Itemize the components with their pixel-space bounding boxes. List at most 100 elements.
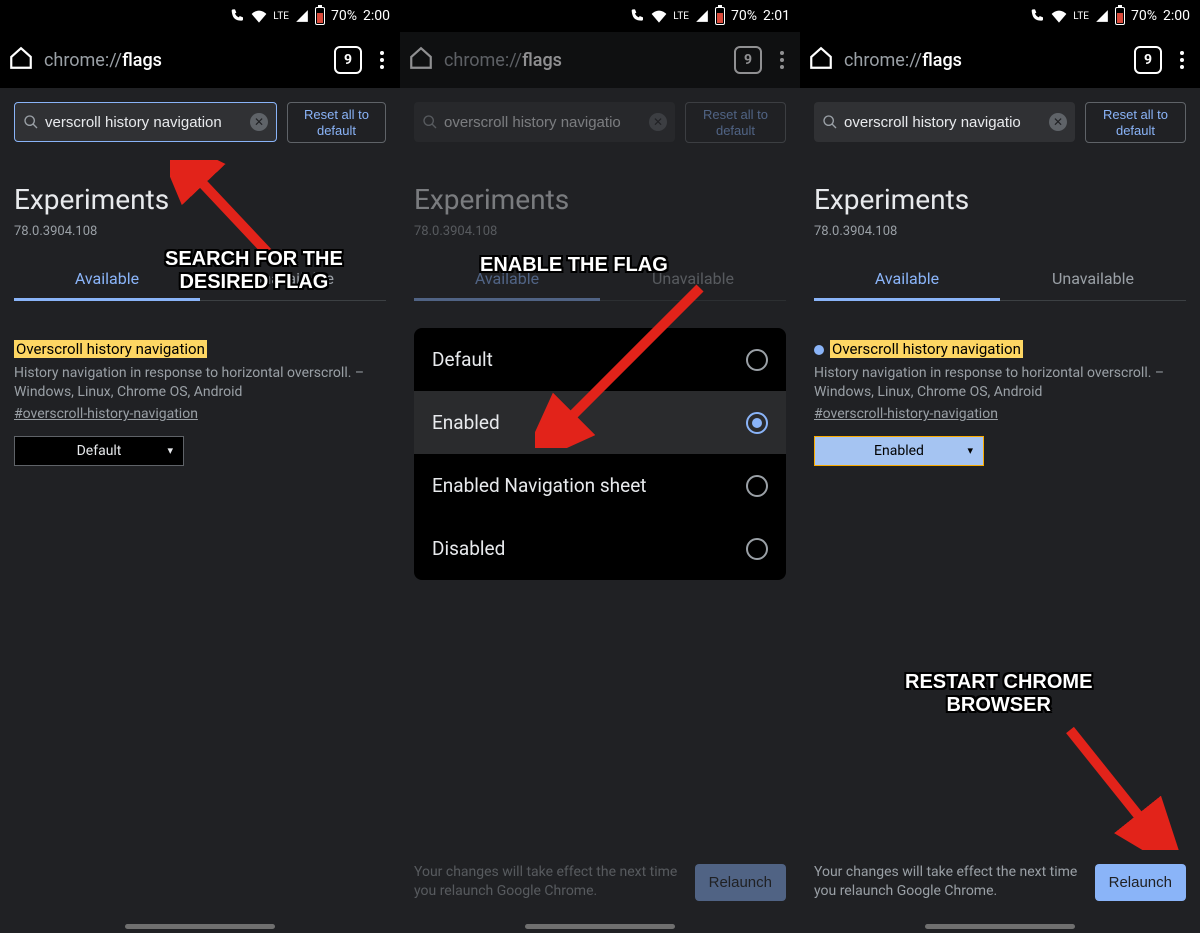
clock: 2:01 — [763, 8, 790, 24]
status-bar: LTE 70% 2:00 — [0, 0, 400, 32]
radio-icon — [746, 475, 768, 497]
clear-search-icon[interactable]: ✕ — [250, 113, 268, 131]
url-bar[interactable]: chrome://flags — [444, 50, 724, 71]
search-icon — [422, 114, 438, 130]
search-flags-field[interactable] — [444, 114, 643, 131]
battery-percent: 70% — [331, 8, 357, 24]
tab-available[interactable]: Available — [814, 257, 1000, 300]
reset-all-button[interactable]: Reset all to default — [1085, 102, 1186, 143]
flag-entry: Overscroll history navigation History na… — [814, 339, 1186, 466]
status-bar: LTE 70% 2:00 — [800, 0, 1200, 32]
flag-title: Overscroll history navigation — [830, 340, 1023, 358]
lte-label: LTE — [673, 11, 689, 22]
nav-gesture-pill[interactable] — [925, 924, 1075, 929]
flag-state-select[interactable]: Enabled — [814, 436, 984, 466]
reset-all-button[interactable]: Reset all to default — [685, 102, 786, 143]
option-enabled-nav-sheet[interactable]: Enabled Navigation sheet — [414, 454, 786, 517]
url-bar[interactable]: chrome://flags — [44, 50, 324, 71]
relaunch-bar: Your changes will take effect the next t… — [400, 849, 800, 915]
wifi-icon — [251, 8, 267, 24]
flag-options-popup: Default Enabled Enabled Navigation sheet… — [414, 328, 786, 580]
relaunch-message: Your changes will take effect the next t… — [814, 863, 1083, 901]
lte-label: LTE — [273, 11, 289, 22]
home-icon[interactable] — [8, 45, 34, 75]
search-icon — [23, 114, 39, 130]
flag-description: History navigation in response to horizo… — [814, 364, 1186, 402]
signal-icon — [295, 9, 309, 23]
wifi-icon — [1051, 8, 1067, 24]
relaunch-message: Your changes will take effect the next t… — [414, 863, 683, 901]
overflow-menu-icon[interactable] — [372, 51, 392, 69]
radio-icon — [746, 412, 768, 434]
battery-icon — [1115, 7, 1125, 25]
flag-title: Overscroll history navigation — [14, 340, 207, 358]
search-flags-field[interactable] — [844, 114, 1043, 131]
search-flags-field[interactable] — [45, 114, 244, 131]
option-disabled[interactable]: Disabled — [414, 517, 786, 580]
phone-screen-2: LTE 70% 2:01 chrome://flags 9 ✕ Reset al… — [400, 0, 800, 933]
phone-screen-1: LTE 70% 2:00 chrome://flags 9 ✕ Reset al… — [0, 0, 400, 933]
page-title: Experiments — [414, 183, 786, 216]
search-flags-input[interactable]: ✕ — [14, 102, 277, 142]
chrome-version: 78.0.3904.108 — [14, 224, 386, 239]
tab-available[interactable]: Available — [14, 257, 200, 300]
home-icon[interactable] — [408, 45, 434, 75]
flag-description: History navigation in response to horizo… — [14, 364, 386, 402]
chrome-version: 78.0.3904.108 — [814, 224, 1186, 239]
tab-unavailable[interactable]: Unavailable — [1000, 257, 1186, 300]
flag-hash-link[interactable]: #overscroll-history-navigation — [814, 406, 998, 422]
url-bar[interactable]: chrome://flags — [844, 50, 1124, 71]
search-flags-input[interactable]: ✕ — [414, 102, 675, 142]
tab-unavailable[interactable]: Unavailable — [200, 257, 386, 300]
wifi-icon — [651, 8, 667, 24]
phone-screen-3: LTE 70% 2:00 chrome://flags 9 ✕ Reset al… — [800, 0, 1200, 933]
overflow-menu-icon[interactable] — [772, 51, 792, 69]
tab-switcher[interactable]: 9 — [734, 46, 762, 74]
relaunch-button[interactable]: Relaunch — [695, 864, 786, 901]
flag-state-select[interactable]: Default — [14, 436, 184, 466]
omnibar: chrome://flags 9 — [800, 32, 1200, 88]
tabs: Available Unavailable — [414, 257, 786, 301]
nav-gesture-pill[interactable] — [125, 924, 275, 929]
tabs: Available Unavailable — [814, 257, 1186, 301]
reset-all-button[interactable]: Reset all to default — [287, 102, 386, 143]
tabs: Available Unavailable — [14, 257, 386, 301]
option-enabled[interactable]: Enabled — [414, 391, 786, 454]
signal-icon — [695, 9, 709, 23]
relaunch-bar: Your changes will take effect the next t… — [800, 849, 1200, 915]
relaunch-button[interactable]: Relaunch — [1095, 864, 1186, 901]
lte-label: LTE — [1073, 11, 1089, 22]
home-icon[interactable] — [808, 45, 834, 75]
clock: 2:00 — [1163, 8, 1190, 24]
search-flags-input[interactable]: ✕ — [814, 102, 1075, 142]
battery-percent: 70% — [1131, 8, 1157, 24]
volte-icon — [1029, 8, 1045, 24]
option-default[interactable]: Default — [414, 328, 786, 391]
signal-icon — [1095, 9, 1109, 23]
status-bar: LTE 70% 2:01 — [400, 0, 800, 32]
clock: 2:00 — [363, 8, 390, 24]
tab-unavailable[interactable]: Unavailable — [600, 257, 786, 300]
tab-available[interactable]: Available — [414, 257, 600, 300]
clear-search-icon[interactable]: ✕ — [649, 113, 667, 131]
search-icon — [822, 114, 838, 130]
battery-icon — [315, 7, 325, 25]
omnibar: chrome://flags 9 — [0, 32, 400, 88]
omnibar: chrome://flags 9 — [400, 32, 800, 88]
tab-switcher[interactable]: 9 — [1134, 46, 1162, 74]
flag-hash-link[interactable]: #overscroll-history-navigation — [14, 406, 198, 422]
volte-icon — [629, 8, 645, 24]
clear-search-icon[interactable]: ✕ — [1049, 113, 1067, 131]
battery-icon — [715, 7, 725, 25]
flag-entry: Overscroll history navigation History na… — [14, 339, 386, 466]
tab-switcher[interactable]: 9 — [334, 46, 362, 74]
page-title: Experiments — [14, 183, 386, 216]
volte-icon — [229, 8, 245, 24]
changed-dot-icon — [814, 345, 824, 355]
page-title: Experiments — [814, 183, 1186, 216]
radio-icon — [746, 538, 768, 560]
battery-percent: 70% — [731, 8, 757, 24]
overflow-menu-icon[interactable] — [1172, 51, 1192, 69]
radio-icon — [746, 349, 768, 371]
nav-gesture-pill[interactable] — [525, 924, 675, 929]
